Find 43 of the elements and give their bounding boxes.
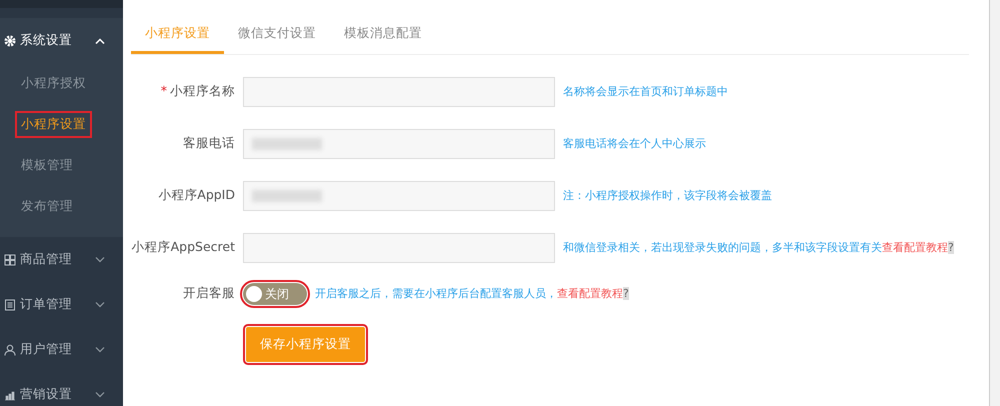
sidebar-group[interactable]: 营销设置 [0,372,123,406]
hint-text: 客服电话将会在个人中心展示 [563,136,706,152]
hint-text: 名称将会显示在首页和订单标题中 [563,84,728,100]
help-link[interactable]: 查看配置教程 [557,286,623,300]
sidebar-group[interactable]: 用户管理 [0,327,123,372]
field-label: 客服电话 [182,134,235,152]
input-field[interactable] [243,76,555,107]
chevron-down-icon [95,392,105,398]
sidebar-group[interactable]: 系统设置 [0,18,123,63]
help-link[interactable]: 查看配置教程 [882,240,948,254]
sidebar-group[interactable]: 订单管理 [0,282,123,327]
hint-text: 开启客服之后，需要在小程序后台配置客服人员，查看配置教程? [315,286,629,302]
save-button[interactable]: 保存小程序设置 [246,326,365,362]
field-label: 小程序AppID [157,186,235,204]
blurred-value [252,138,322,150]
field-label: 小程序名称 [170,83,235,98]
sidebar-item[interactable]: 小程序授权 [18,73,89,94]
chevron-down-icon [95,302,105,308]
chevron-up-icon [95,38,105,44]
blurred-value [252,190,322,202]
hint-text: 和微信登录相关，若出现登录失败的问题，多半和该字段设置有关查看配置教程? [563,240,954,256]
field-label: 开启客服 [182,284,235,302]
chevron-down-icon [95,346,105,352]
gear-icon [4,34,16,46]
user-icon [4,344,16,356]
hint-text: 注：小程序授权操作时，该字段将会被覆盖 [563,188,772,204]
grid-icon [4,254,16,266]
chevron-down-icon [95,256,105,262]
toggle-switch[interactable]: 关闭 [243,282,307,305]
required-mark: * [160,83,167,98]
input-field[interactable] [243,128,555,159]
field-label: 小程序AppSecret [131,238,235,256]
input-field[interactable] [243,232,555,263]
input-field[interactable] [243,180,555,211]
tab[interactable]: 微信支付设置 [224,18,330,54]
sidebar-item[interactable]: 发布管理 [18,196,76,217]
tab[interactable]: 模板消息配置 [330,18,436,54]
bar-chart-icon [4,388,16,400]
list-icon [4,298,16,310]
tab[interactable]: 小程序设置 [131,18,224,54]
sidebar-item[interactable]: 模板管理 [18,155,76,176]
sidebar-item[interactable]: 小程序设置 [18,114,89,135]
sidebar-group[interactable]: 商品管理 [0,237,123,282]
